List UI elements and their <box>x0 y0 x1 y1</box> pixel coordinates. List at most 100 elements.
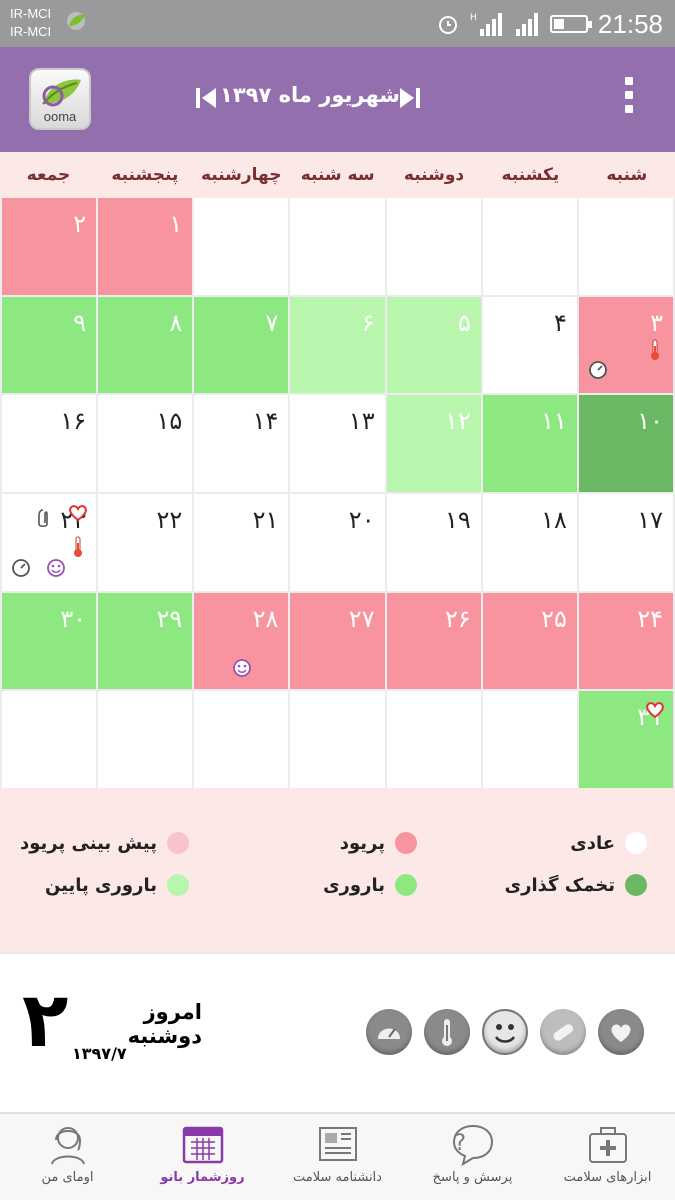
pill-icon[interactable] <box>540 1009 586 1055</box>
weekday-header: شنبه یکشنبه دوشنبه سه شنبه چهارشنبه پنجش… <box>0 152 675 198</box>
legend-dot-predicted <box>167 832 189 854</box>
calendar-day-cell[interactable]: ۹ <box>2 296 97 394</box>
carrier-1: IR-MCI <box>10 6 52 21</box>
legend-dot-ovulation <box>625 874 647 896</box>
calendar-day-cell[interactable]: ۱۷ <box>578 493 673 591</box>
calendar-day-cell[interactable]: ۲۴ <box>578 592 673 690</box>
calendar-day-cell[interactable]: ۱۰ <box>578 395 673 492</box>
smiley-icon[interactable] <box>482 1009 528 1055</box>
calendar-day-cell[interactable]: ۲۲ <box>98 493 193 591</box>
nav-lady-calendar[interactable]: روزشمار بانو <box>135 1114 270 1200</box>
calendar-day-cell[interactable]: ۳۱ <box>578 691 673 788</box>
day-number: ۵ <box>457 308 471 337</box>
scale-glyph <box>378 1028 400 1039</box>
calendar-day-cell[interactable]: ۷ <box>194 296 289 394</box>
day-number: ۱۴ <box>252 407 279 436</box>
day-number: ۷ <box>265 308 279 337</box>
thermometer-glyph <box>442 1019 452 1046</box>
nav-label: دانشنامه سلامت <box>293 1170 382 1185</box>
calendar-day-cell[interactable]: ۳ <box>578 296 673 394</box>
calendar-empty-cell <box>482 691 577 788</box>
nav-qa[interactable]: ? پرسش و پاسخ <box>405 1114 540 1200</box>
pill-icon <box>36 508 50 533</box>
today-day-number: ۲ <box>22 975 69 1064</box>
status-icons: H 21:58 <box>436 8 663 40</box>
calendar-day-cell[interactable]: ۱۴ <box>194 395 289 492</box>
calendar-day-cell[interactable]: ۲۵ <box>482 592 577 690</box>
scale-icon[interactable] <box>366 1009 412 1055</box>
month-title: شهریور ماه ۱۳۹۷ <box>220 83 400 107</box>
leaf-icon <box>42 79 81 107</box>
svg-text:?: ? <box>454 1131 466 1156</box>
day-number: ۲۸ <box>252 604 279 633</box>
legend-label: عادی <box>570 832 615 854</box>
calendar-empty-cell <box>98 691 193 788</box>
legend-period: پریود <box>340 832 417 854</box>
nav-health-encyclopedia[interactable]: دانشنامه سلامت <box>270 1114 405 1200</box>
scale-icon <box>11 558 31 581</box>
day-number: ۳۰ <box>60 604 87 633</box>
svg-text:H: H <box>470 13 477 23</box>
calendar-day-cell[interactable]: ۳۰ <box>2 592 97 690</box>
calendar-grid: ۱ ۲ ۳ ۴ ۵ ۶ ۷ ۸ ۹ ۱۰ ۱۱ ۱۲ ۱۳ ۱۴ ۱۵ ۱۶ ۱۷ ۱۸ ۱۹ ۲۰ ۲۱ ۲۲ ۲۳ ۲۴ ۲… <box>0 198 675 788</box>
calendar-day-cell[interactable]: ۱۹ <box>386 493 481 591</box>
calendar-icon <box>182 1126 223 1164</box>
newspaper-icon <box>318 1127 357 1161</box>
app-header: ooma شهریور ماه ۱۳۹۷ <box>0 47 675 152</box>
calendar-empty-cell <box>290 198 385 295</box>
calendar-day-cell[interactable]: ۱ <box>98 198 193 295</box>
calendar-day-cell[interactable]: ۸ <box>98 296 193 394</box>
legend-dot-period <box>395 832 417 854</box>
calendar-day-cell[interactable]: ۲۶ <box>386 592 481 690</box>
nav-my-ooma[interactable]: اومای من <box>0 1114 135 1200</box>
nav-label: روزشمار بانو <box>160 1170 245 1185</box>
legend-ovulation: تخمک گذاری <box>505 874 647 896</box>
calendar-day-cell[interactable]: ۲۸ <box>194 592 289 690</box>
calendar-day-cell[interactable]: ۶ <box>290 296 385 394</box>
calendar-day-cell[interactable]: ۵ <box>386 296 481 394</box>
day-number: ۱۵ <box>156 407 183 436</box>
app-logo[interactable]: ooma <box>29 68 91 130</box>
today-date: ۱۳۹۷/۷ <box>72 1044 127 1063</box>
day-number: ۲۰ <box>348 505 375 534</box>
calendar-day-cell[interactable]: ۱۱ <box>482 395 577 492</box>
logo-text: ooma <box>43 109 77 124</box>
weekday-label: سه شنبه <box>300 165 375 185</box>
smiley-icon <box>46 558 66 581</box>
more-vertical-icon[interactable] <box>618 77 640 121</box>
calendar-day-cell[interactable]: ۲۰ <box>290 493 385 591</box>
calendar-empty-cell <box>386 198 481 295</box>
calendar-day-cell[interactable]: ۱۲ <box>386 395 481 492</box>
thermometer-icon <box>72 536 84 561</box>
nav-health-tools[interactable]: ابزارهای سلامت <box>540 1114 675 1200</box>
thermometer-icon[interactable] <box>424 1009 470 1055</box>
calendar-empty-cell <box>2 691 97 788</box>
app-root: IR-MCI IR-MCI H 21:58 ooma شهریور ماه ۱۳… <box>0 0 675 1200</box>
calendar-day-cell[interactable]: ۲۷ <box>290 592 385 690</box>
calendar-day-cell[interactable]: ۱۸ <box>482 493 577 591</box>
day-number: ۲۶ <box>444 604 471 633</box>
status-bar: IR-MCI IR-MCI H 21:58 <box>0 0 675 47</box>
calendar-day-cell[interactable]: ۱۶ <box>2 395 97 492</box>
heart-icon[interactable] <box>598 1009 644 1055</box>
legend-dot-fertile <box>395 874 417 896</box>
day-number: ۲۷ <box>348 604 375 633</box>
today-panel: ۲ امروز دوشنبه ۱۳۹۷/۷ <box>0 952 675 1114</box>
calendar-day-cell[interactable]: ۲۱ <box>194 493 289 591</box>
calendar-day-cell[interactable]: ۱۳ <box>290 395 385 492</box>
weekday-label: جمعه <box>26 165 71 185</box>
calendar-empty-cell <box>578 198 673 295</box>
calendar-day-cell[interactable]: ۲ <box>2 198 97 295</box>
nav-label: اومای من <box>41 1170 94 1185</box>
nav-label: پرسش و پاسخ <box>432 1170 513 1185</box>
skip-next-icon[interactable] <box>398 85 422 111</box>
legend-label: پیش بینی پریود <box>20 832 157 854</box>
weekday-label: چهارشنبه <box>200 165 282 185</box>
calendar-day-cell[interactable]: ۴ <box>482 296 577 394</box>
calendar-day-cell[interactable]: ۱۵ <box>98 395 193 492</box>
calendar-empty-cell <box>290 691 385 788</box>
calendar-day-cell[interactable]: ۲۳ <box>2 493 97 591</box>
weekday-label: شنبه <box>606 165 648 185</box>
heart-icon <box>645 701 665 722</box>
calendar-day-cell[interactable]: ۲۹ <box>98 592 193 690</box>
